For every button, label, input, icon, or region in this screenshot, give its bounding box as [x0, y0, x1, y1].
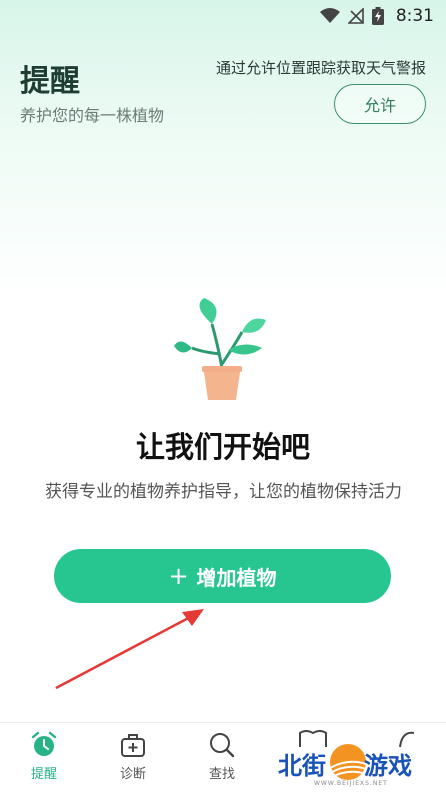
no-signal-icon [347, 8, 364, 24]
red-arrow-annotation [55, 609, 204, 690]
header-background [0, 0, 446, 300]
watermark-text-left: 北街 [278, 752, 326, 780]
watermark-sun-icon [330, 744, 366, 780]
page-title: 提醒 [20, 64, 80, 99]
weather-alert-prompt: 通过允许位置跟踪获取天气警报 [215, 59, 426, 77]
nav-item-diagnose[interactable]: 诊断 [98, 731, 168, 787]
nav-label-diagnose: 诊断 [119, 767, 146, 782]
status-time: 8:31 [395, 6, 434, 26]
empty-state-title: 让我们开始吧 [135, 430, 310, 464]
add-plant-button[interactable]: + 增加植物 [54, 549, 391, 603]
medical-kit-icon [121, 734, 145, 757]
nav-label-reminders: 提醒 [30, 767, 57, 782]
empty-state-description: 获得专业的植物养护指导，让您的植物保持活力 [45, 482, 402, 502]
nav-item-search[interactable]: 查找 [187, 731, 257, 787]
watermark-url: WWW.BEIJIEXS.NET [314, 780, 388, 787]
nav-item-reminders[interactable]: 提醒 [9, 731, 79, 787]
watermark-text-right: 游戏 [364, 752, 412, 780]
nav-label-search: 查找 [208, 767, 235, 782]
search-icon [210, 733, 235, 758]
battery-charging-icon [371, 7, 384, 25]
page-subtitle: 养护您的每一株植物 [20, 106, 165, 125]
plus-icon: + [168, 562, 189, 590]
add-plant-label: 增加植物 [196, 565, 277, 590]
allow-location-button[interactable]: 允许 [334, 84, 426, 124]
watermark-logo: 北街 游戏 WWW.BEIJIEXS.NET [278, 740, 428, 792]
status-bar: 8:31 [0, 0, 446, 32]
alarm-clock-icon [31, 731, 57, 756]
wifi-icon [319, 8, 340, 24]
potted-plant-icon [174, 298, 266, 400]
